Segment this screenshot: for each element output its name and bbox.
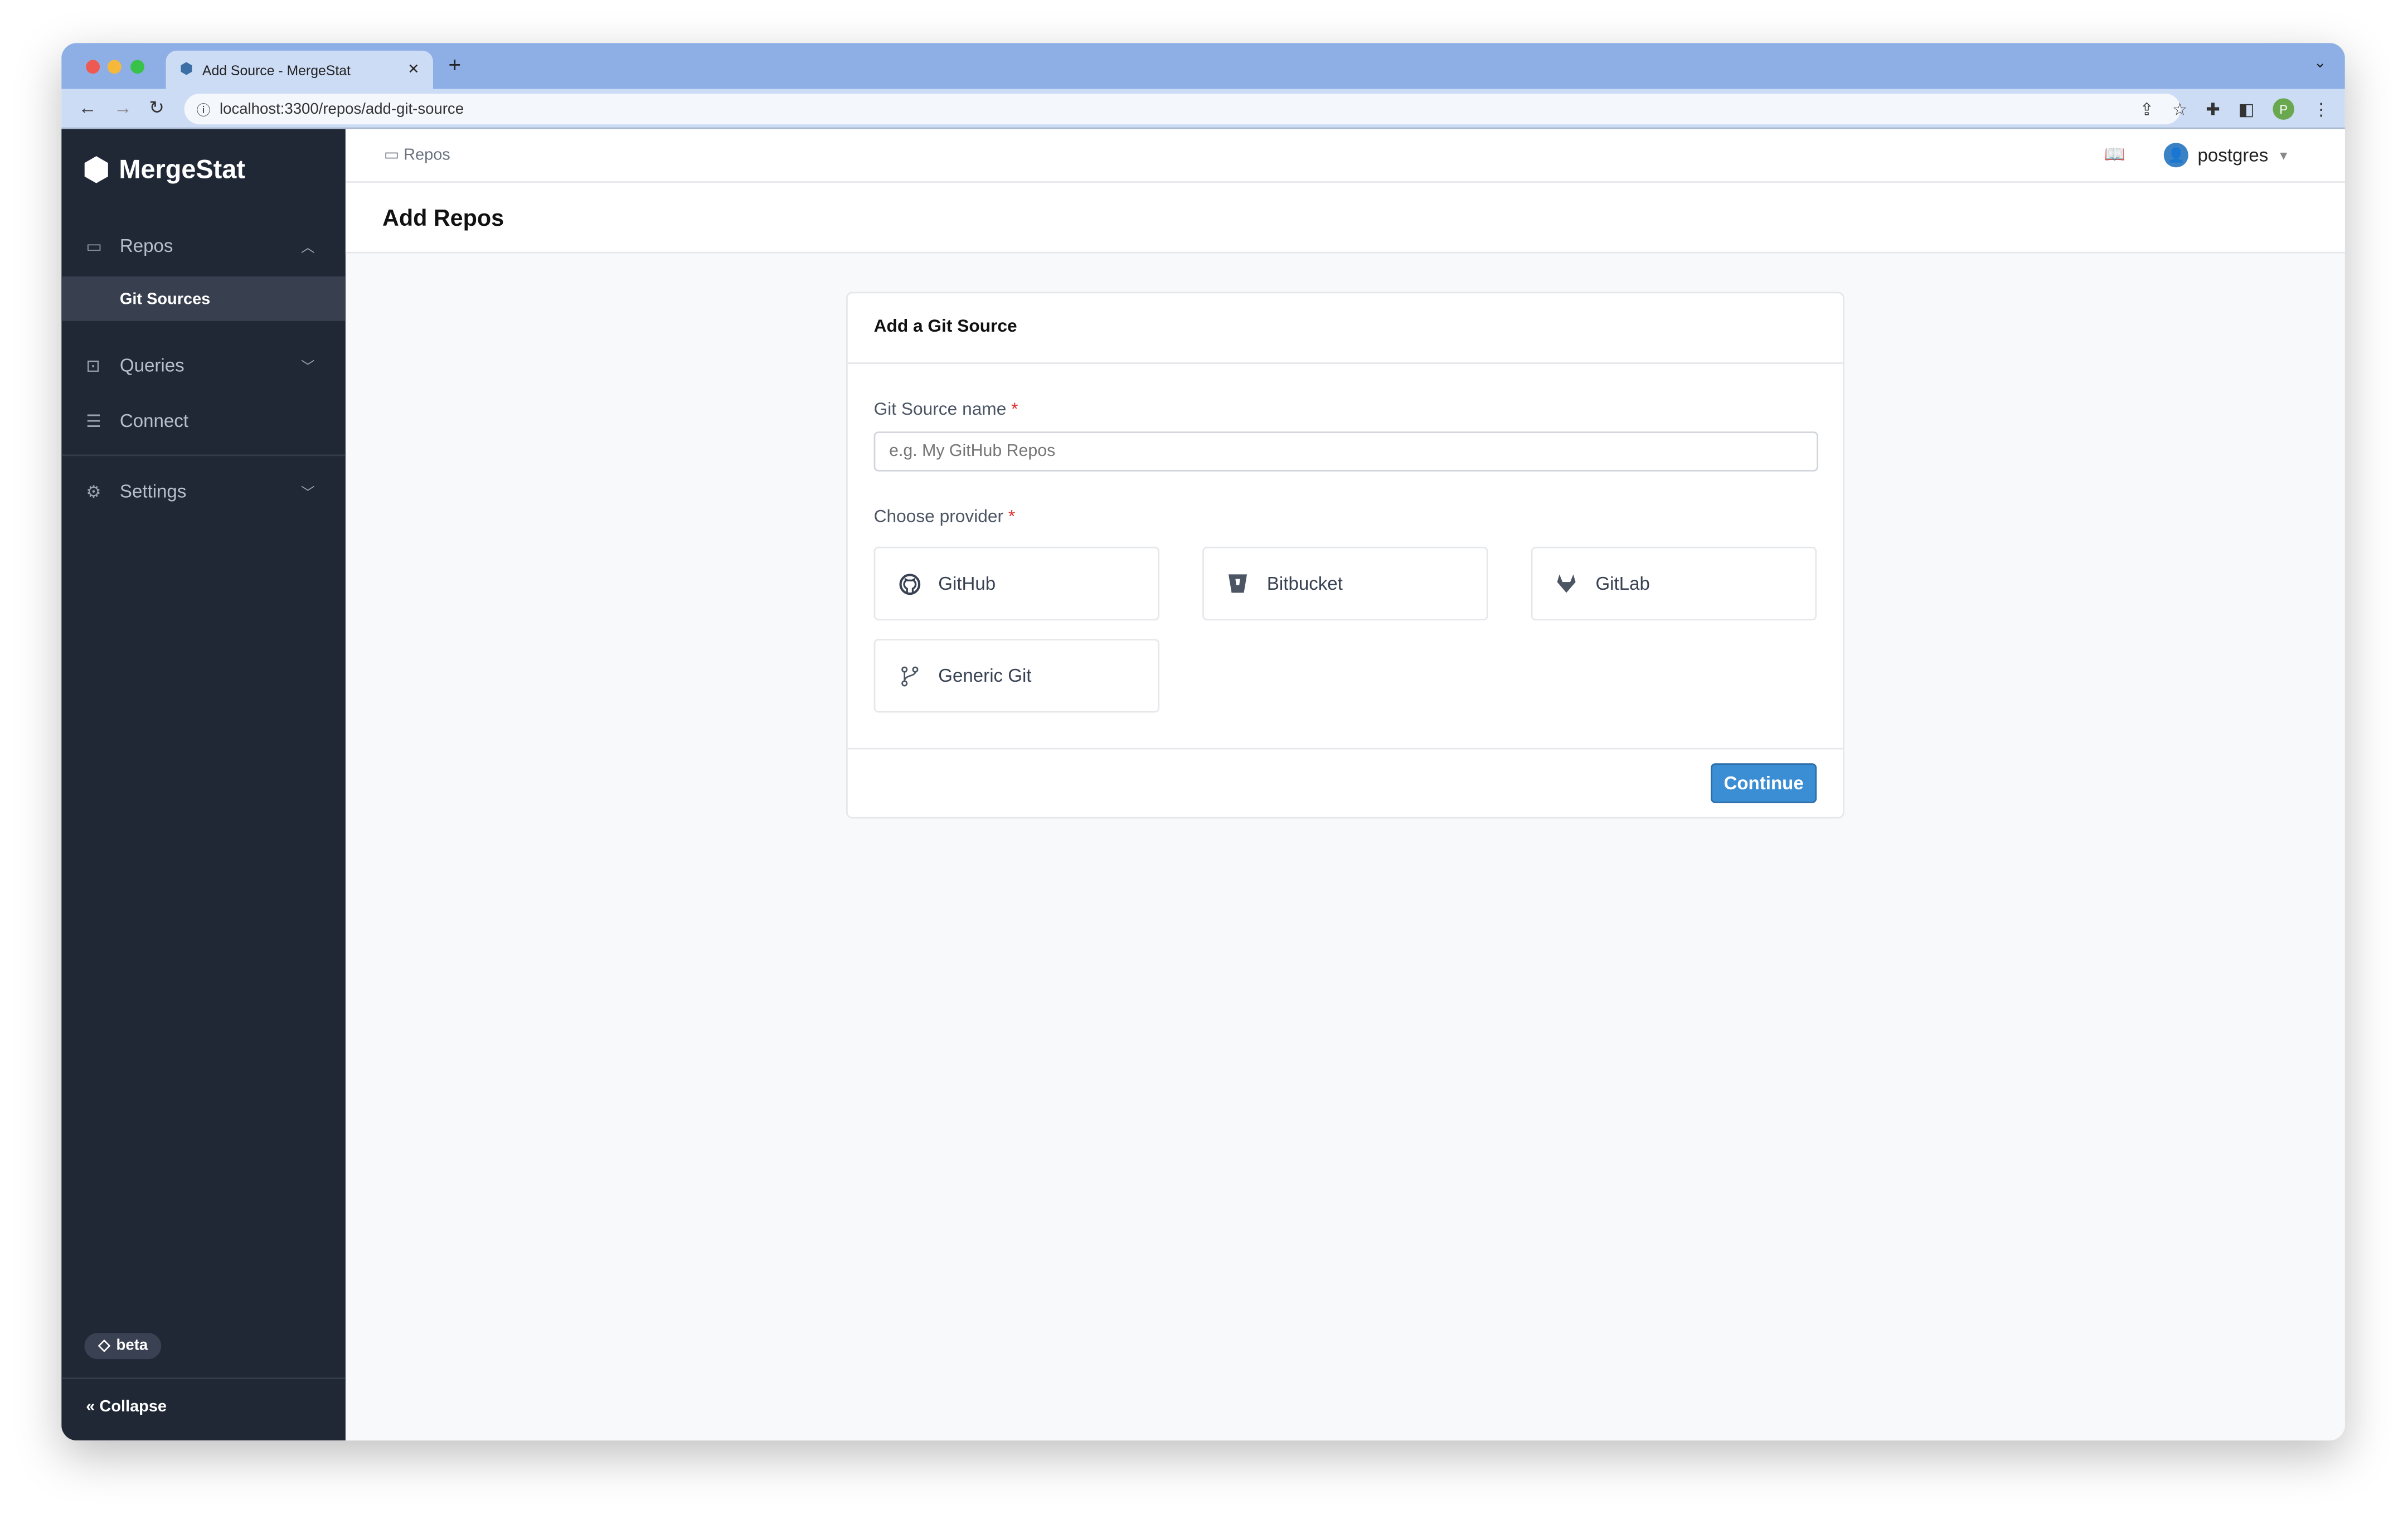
- gear-icon: ⚙: [86, 483, 101, 502]
- sidebar-item-connect[interactable]: ☰ Connect: [61, 398, 346, 444]
- sidebar: ⬢ MergeStat ▭ Repos ︿ Git Sources ⊡ Queries…: [61, 129, 346, 1441]
- browser-tab[interactable]: ⬢ Add Source - MergeStat ✕: [166, 50, 433, 89]
- mergestat-favicon-icon: ⬢: [179, 61, 193, 79]
- label-text: Choose provider: [873, 508, 1004, 527]
- sidebar-item-label: Queries: [119, 355, 185, 376]
- tag-icon: ◇: [98, 1337, 110, 1355]
- sidebar-divider: [61, 1377, 346, 1379]
- beta-label: beta: [116, 1337, 148, 1355]
- sidebar-divider: [61, 454, 346, 457]
- card-title: Add a Git Source: [847, 293, 1843, 364]
- browser-toolbar: ← → ↻ ⓘ localhost:3300/repos/add-git-sou…: [61, 89, 2345, 129]
- sidebar-item-label: Settings: [119, 481, 187, 502]
- mergestat-logo-icon: ⬢: [82, 153, 110, 188]
- maximize-window-button[interactable]: [130, 60, 144, 74]
- caret-down-icon: ▼: [2277, 148, 2290, 162]
- docs-book-icon[interactable]: 📖: [2104, 144, 2125, 164]
- user-menu[interactable]: 👤 postgres ▼: [2163, 143, 2290, 168]
- menu-kebab-icon[interactable]: ⋮: [2313, 99, 2329, 119]
- provider-label: Bitbucket: [1266, 572, 1343, 595]
- browser-window: ⬢ Add Source - MergeStat ✕ + ⌄ ← → ↻ ⓘ l…: [61, 43, 2345, 1441]
- gitlab-icon: [1554, 573, 1579, 595]
- collapse-button[interactable]: « Collapse: [86, 1397, 167, 1416]
- close-tab-icon[interactable]: ✕: [407, 61, 419, 78]
- bitbucket-icon: [1225, 573, 1250, 595]
- sidebar-item-queries[interactable]: ⊡ Queries ﹀: [61, 342, 346, 389]
- database-icon: ☰: [86, 412, 101, 431]
- sidebar-item-label: Repos: [119, 235, 173, 257]
- page-title: Add Repos: [345, 182, 2345, 254]
- tab-strip: ⬢ Add Source - MergeStat ✕ + ⌄: [61, 43, 2345, 89]
- extensions-icon[interactable]: ✚: [2206, 99, 2220, 119]
- repo-icon: ▭: [383, 145, 400, 164]
- share-icon[interactable]: ⇪: [2139, 99, 2153, 119]
- git-source-name-input[interactable]: [873, 431, 1818, 472]
- required-mark: *: [1011, 401, 1018, 420]
- top-header: ▭ Repos 📖 👤 postgres ▼: [345, 129, 2345, 183]
- back-button[interactable]: ←: [79, 97, 97, 119]
- choose-provider-label: Choose provider *: [874, 508, 1016, 527]
- sidebar-item-label: Connect: [119, 410, 189, 432]
- url-text: localhost:3300/repos/add-git-source: [220, 100, 464, 118]
- close-window-button[interactable]: [86, 60, 100, 74]
- site-info-icon[interactable]: ⓘ: [197, 99, 211, 119]
- sidebar-item-git-sources[interactable]: Git Sources: [61, 276, 346, 321]
- git-branch-icon: [897, 666, 921, 686]
- address-bar[interactable]: ⓘ localhost:3300/repos/add-git-source: [184, 94, 2181, 125]
- chevron-up-icon: ︿: [300, 239, 315, 254]
- brand-name: MergeStat: [119, 154, 245, 184]
- user-avatar-icon: 👤: [2163, 143, 2189, 168]
- repo-icon: ▭: [86, 237, 102, 256]
- side-panel-icon[interactable]: ◧: [2239, 99, 2255, 119]
- label-text: Git Source name: [873, 401, 1007, 420]
- tab-search-chevron-icon[interactable]: ⌄: [2314, 55, 2327, 72]
- minimize-window-button[interactable]: [107, 60, 122, 74]
- add-git-source-card: Add a Git Source Git Source name * Choos…: [846, 292, 1844, 819]
- provider-gitlab[interactable]: GitLab: [1531, 546, 1817, 621]
- main-content: ▭ Repos 📖 👤 postgres ▼ Add Repos Add a Git…: [345, 129, 2345, 1440]
- continue-button[interactable]: Continue: [1711, 763, 1817, 803]
- chevrons-left-icon: «: [86, 1397, 95, 1416]
- sidebar-item-settings[interactable]: ⚙ Settings ﹀: [61, 468, 346, 515]
- beta-badge: ◇ beta: [84, 1333, 162, 1360]
- chevron-down-icon: ﹀: [300, 358, 315, 374]
- chevron-down-icon: ﹀: [300, 484, 315, 500]
- provider-label: Generic Git: [938, 664, 1032, 687]
- brand-logo[interactable]: ⬢ MergeStat: [83, 151, 245, 189]
- provider-label: GitHub: [938, 572, 996, 595]
- forward-button[interactable]: →: [114, 97, 132, 119]
- tab-title: Add Source - MergeStat: [202, 62, 351, 78]
- breadcrumb-repos[interactable]: Repos: [404, 146, 450, 164]
- breadcrumb[interactable]: ▭ Repos: [384, 146, 450, 164]
- reload-button[interactable]: ↻: [149, 97, 164, 119]
- provider-label: GitLab: [1595, 572, 1650, 595]
- provider-generic-git[interactable]: Generic Git: [873, 639, 1160, 713]
- required-mark: *: [1008, 508, 1016, 527]
- sidebar-item-repos[interactable]: ▭ Repos ︿: [61, 222, 346, 269]
- github-icon: [897, 572, 921, 595]
- collapse-label: Collapse: [99, 1397, 167, 1416]
- terminal-icon: ⊡: [86, 357, 100, 376]
- profile-avatar[interactable]: P: [2273, 98, 2294, 120]
- new-tab-button[interactable]: +: [448, 52, 461, 77]
- provider-github[interactable]: GitHub: [873, 546, 1160, 621]
- user-name: postgres: [2197, 144, 2269, 166]
- provider-bitbucket[interactable]: Bitbucket: [1202, 546, 1488, 621]
- card-footer-divider: [847, 748, 1843, 750]
- bookmark-star-icon[interactable]: ☆: [2172, 99, 2187, 119]
- git-source-name-label: Git Source name *: [874, 401, 1018, 419]
